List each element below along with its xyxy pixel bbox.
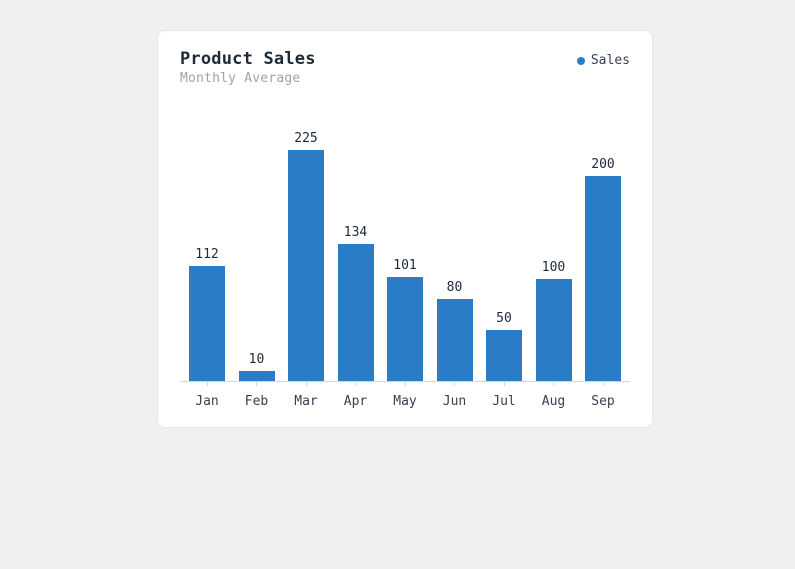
bar-slot: 100 [531, 114, 577, 381]
bar-value-label: 225 [294, 132, 317, 145]
x-axis-labels: Jan FebMar AprMay JunJul AugSep [180, 394, 630, 409]
bar [288, 150, 324, 381]
x-tick [481, 381, 527, 386]
bar-slot: 225 [283, 114, 329, 381]
x-tick [432, 381, 478, 386]
bar [387, 277, 423, 381]
legend-swatch-icon [577, 57, 585, 65]
x-tick [184, 381, 230, 386]
x-axis-label: May [382, 394, 428, 409]
x-axis-label: Feb [234, 394, 280, 409]
bar [437, 299, 473, 381]
bar [486, 330, 522, 381]
bar [536, 279, 572, 382]
plot-area: 112 10 225 134 101 80 50 100 200 [180, 114, 630, 382]
bar-slot: 101 [382, 114, 428, 381]
bar-slot: 112 [184, 114, 230, 381]
bar-value-label: 100 [542, 261, 565, 274]
x-axis-label: Jul [481, 394, 527, 409]
bar-slot: 50 [481, 114, 527, 381]
bar-slot: 134 [333, 114, 379, 381]
bar-value-label: 80 [447, 281, 463, 294]
bar-slot: 200 [580, 114, 626, 381]
x-tick [234, 381, 280, 386]
x-axis-label: Sep [580, 394, 626, 409]
x-axis-label: Aug [531, 394, 577, 409]
x-tick [531, 381, 577, 386]
titles: Product Sales Monthly Average [180, 49, 316, 86]
x-axis-label: Jan [184, 394, 230, 409]
bar [239, 371, 275, 381]
x-axis-label: Mar [283, 394, 329, 409]
x-tick [382, 381, 428, 386]
bar-value-label: 200 [591, 158, 614, 171]
bar [585, 176, 621, 381]
bar-value-label: 10 [249, 353, 265, 366]
legend-label: Sales [591, 53, 630, 68]
bar-value-label: 101 [393, 259, 416, 272]
chart-title: Product Sales [180, 49, 316, 69]
chart-card: Product Sales Monthly Average Sales 1121… [157, 30, 653, 428]
bar-value-label: 134 [344, 226, 367, 239]
x-axis-label: Apr [333, 394, 379, 409]
bar [189, 266, 225, 381]
chart-header: Product Sales Monthly Average Sales [180, 49, 630, 86]
bar-slot: 10 [234, 114, 280, 381]
bar-value-label: 112 [195, 248, 218, 261]
bar-value-label: 50 [496, 312, 512, 325]
bar-slot: 80 [432, 114, 478, 381]
x-axis-label: Jun [432, 394, 478, 409]
x-tick-row [180, 381, 630, 386]
x-tick [580, 381, 626, 386]
bar [338, 244, 374, 381]
x-tick [333, 381, 379, 386]
x-tick [283, 381, 329, 386]
chart-subtitle: Monthly Average [180, 71, 316, 86]
legend: Sales [577, 53, 630, 68]
